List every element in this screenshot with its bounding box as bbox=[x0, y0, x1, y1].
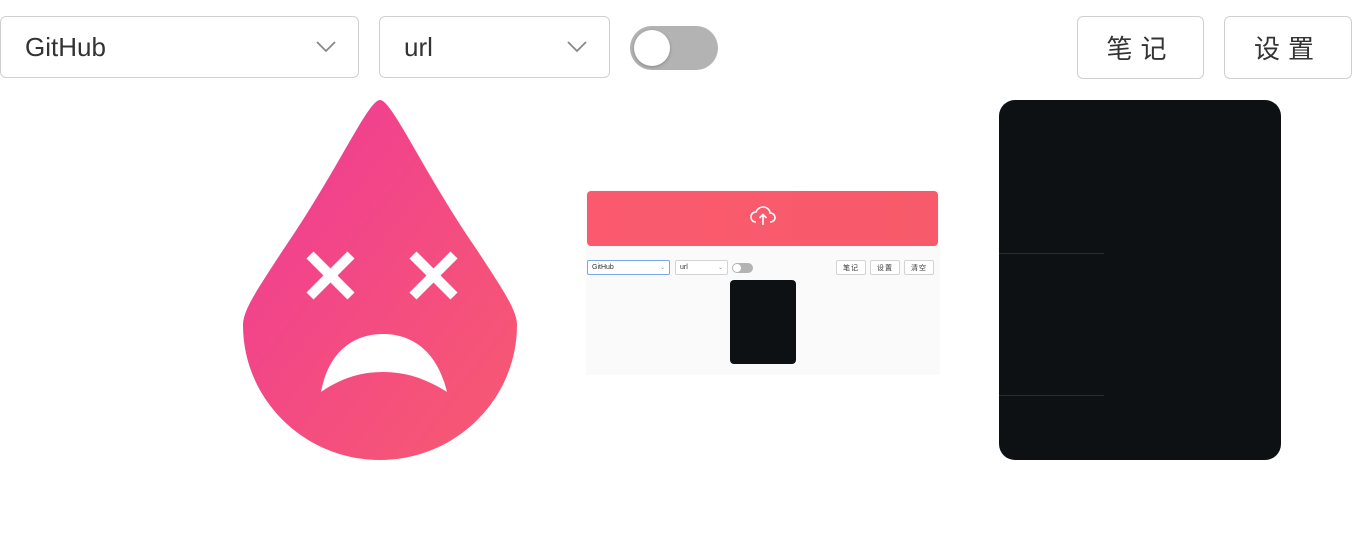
dark-preview-panel bbox=[999, 100, 1281, 460]
sad-drop-icon bbox=[243, 100, 517, 460]
settings-button[interactable]: 设置 bbox=[1224, 16, 1352, 79]
mode-toggle[interactable] bbox=[630, 26, 718, 70]
preview-toggle bbox=[732, 263, 753, 273]
toggle-knob bbox=[634, 30, 670, 66]
format-select[interactable]: url bbox=[379, 16, 610, 78]
preview-notes-button: 笔记 bbox=[836, 260, 866, 275]
preview-clear-button: 清空 bbox=[904, 260, 934, 275]
preview-format-value: url bbox=[680, 264, 688, 271]
preview-format-select: url ⌄ bbox=[675, 260, 728, 275]
preview-platform-select: GitHub ⌄ bbox=[587, 260, 670, 275]
divider bbox=[999, 395, 1104, 396]
platform-select-value: GitHub bbox=[25, 31, 106, 62]
preview-platform-value: GitHub bbox=[592, 264, 614, 271]
divider bbox=[999, 253, 1104, 254]
chevron-down-icon bbox=[316, 37, 336, 57]
chevron-down-icon: ⌄ bbox=[717, 265, 723, 271]
format-select-value: url bbox=[404, 31, 433, 62]
chevron-down-icon: ⌄ bbox=[659, 265, 665, 271]
preview-dark-panel bbox=[730, 280, 796, 364]
upload-bar bbox=[587, 191, 938, 246]
platform-select[interactable]: GitHub bbox=[0, 16, 359, 78]
notes-button[interactable]: 笔记 bbox=[1077, 16, 1204, 79]
app-preview-image: GitHub ⌄ url ⌄ 笔记 设置 清空 bbox=[586, 190, 940, 375]
chevron-down-icon bbox=[567, 37, 587, 57]
cloud-upload-icon bbox=[749, 206, 776, 231]
preview-settings-button: 设置 bbox=[870, 260, 900, 275]
